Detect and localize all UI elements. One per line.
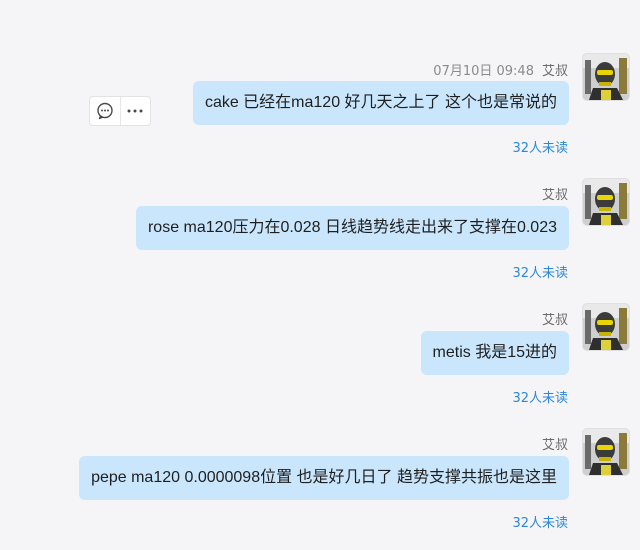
more-icon[interactable] [119, 97, 151, 125]
message-meta: 艾叔 [542, 434, 568, 453]
avatar[interactable] [583, 429, 629, 475]
sender-name[interactable]: 艾叔 [542, 313, 568, 328]
message-hover-actions [89, 96, 151, 126]
comment-icon[interactable] [90, 97, 120, 125]
unread-count-link[interactable]: 32人未读 [512, 512, 568, 531]
avatar[interactable] [583, 54, 629, 100]
sender-name[interactable]: 艾叔 [542, 188, 568, 203]
message-meta: 艾叔 [542, 184, 568, 203]
unread-count-link[interactable]: 32人未读 [512, 262, 568, 281]
message-bubble[interactable]: cake 已经在ma120 好几天之上了 这个也是常说的 [192, 81, 569, 125]
message-bubble[interactable]: pepe ma120 0.0000098位置 也是好几日了 趋势支撑共振也是这里 [79, 456, 569, 500]
message-bubble[interactable]: rose ma120压力在0.028 日线趋势线走出来了支撑在0.023 [135, 206, 569, 250]
message-time: 07月10日 09:48 [433, 64, 534, 79]
message-meta: 07月10日 09:48 艾叔 [433, 60, 568, 79]
unread-count-link[interactable]: 32人未读 [512, 137, 568, 156]
sender-name[interactable]: 艾叔 [542, 64, 568, 79]
avatar[interactable] [583, 304, 629, 350]
avatar[interactable] [583, 179, 629, 225]
message-meta: 艾叔 [542, 309, 568, 328]
unread-count-link[interactable]: 32人未读 [512, 387, 568, 406]
message-bubble[interactable]: metis 我是15进的 [420, 331, 569, 375]
sender-name[interactable]: 艾叔 [542, 438, 568, 453]
